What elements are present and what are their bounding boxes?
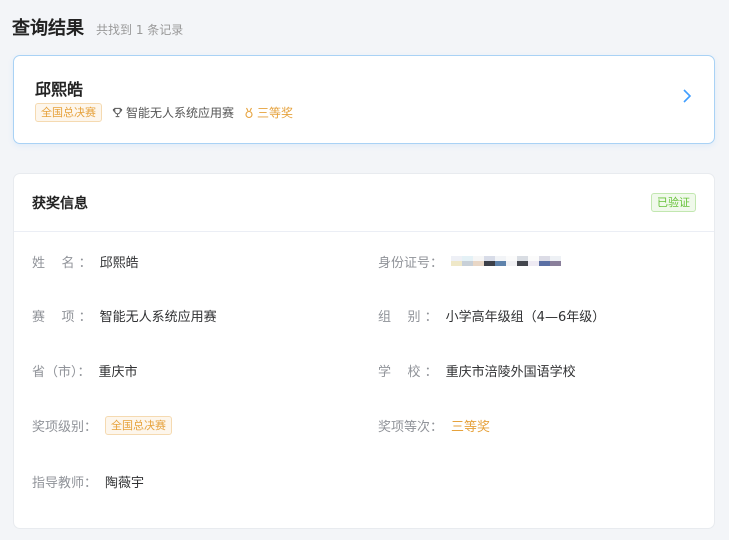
field-value: 陶薇宇 [105,475,145,491]
field-teacher: 指导教师： 陶薇宇 [32,469,144,493]
field-level: 奖项级别： 全国总决赛 [32,413,173,437]
verified-badge: 已验证 [651,193,696,212]
field-label: 奖项级别： [32,419,98,435]
field-label: 赛 项 ： [32,309,92,325]
field-school: 学 校 ： 重庆市涪陵外国语学校 [378,358,576,382]
page-title: 查询结果 [12,18,84,39]
field-group: 组 别 ： 小学高年级组（4—6年级） [378,303,605,327]
field-label: 组 别 ： [378,309,438,325]
trophy-icon [112,107,123,118]
field-value: 重庆市 [98,364,138,380]
field-name: 姓 名 ： 邱熙皓 [32,249,139,273]
info-title: 获奖信息 [32,195,88,212]
prize-value: 三等奖 [451,419,491,435]
level-badge: 全国总决赛 [105,415,173,435]
medal-icon [244,107,254,119]
field-label: 学 校 ： [378,364,438,380]
result-card[interactable]: 邱熙皓 全国总决赛 智能无人系统应用赛 三等奖 [13,55,715,144]
field-label: 奖项等次： [378,419,444,435]
result-meta: 全国总决赛 智能无人系统应用赛 三等奖 [35,103,293,122]
level-tag: 全国总决赛 [35,103,102,122]
award-info-card: 获奖信息 已验证 姓 名 ： 邱熙皓 身份证号： 赛 项 ： 智能无人系统应用赛… [13,173,715,529]
field-value: 智能无人系统应用赛 [99,309,217,325]
field-id: 身份证号： [378,249,562,273]
field-prize: 奖项等次： 三等奖 [378,413,490,437]
field-province: 省（市）： 重庆市 [32,358,138,382]
field-event: 赛 项 ： 智能无人系统应用赛 [32,303,217,327]
record-count: 共找到 1 条记录 [96,23,184,37]
info-card-header: 获奖信息 已验证 [14,174,714,232]
prize-label: 三等奖 [257,106,294,120]
page-header: 查询结果 共找到 1 条记录 [12,14,183,40]
field-value: 重庆市涪陵外国语学校 [445,364,576,380]
field-value: 小学高年级组（4—6年级） [445,309,606,325]
field-label: 指导教师： [32,475,98,491]
result-name: 邱熙皓 [35,80,84,99]
field-value: 邱熙皓 [99,255,139,271]
event-item: 智能无人系统应用赛 [112,104,234,121]
prize-item: 三等奖 [244,104,293,121]
redacted-id-number [451,256,562,266]
field-label: 省（市）： [32,364,91,380]
field-label: 身份证号： [378,255,444,271]
event-label: 智能无人系统应用赛 [126,106,235,120]
field-label: 姓 名 ： [32,255,92,271]
chevron-right-icon[interactable] [682,88,692,108]
